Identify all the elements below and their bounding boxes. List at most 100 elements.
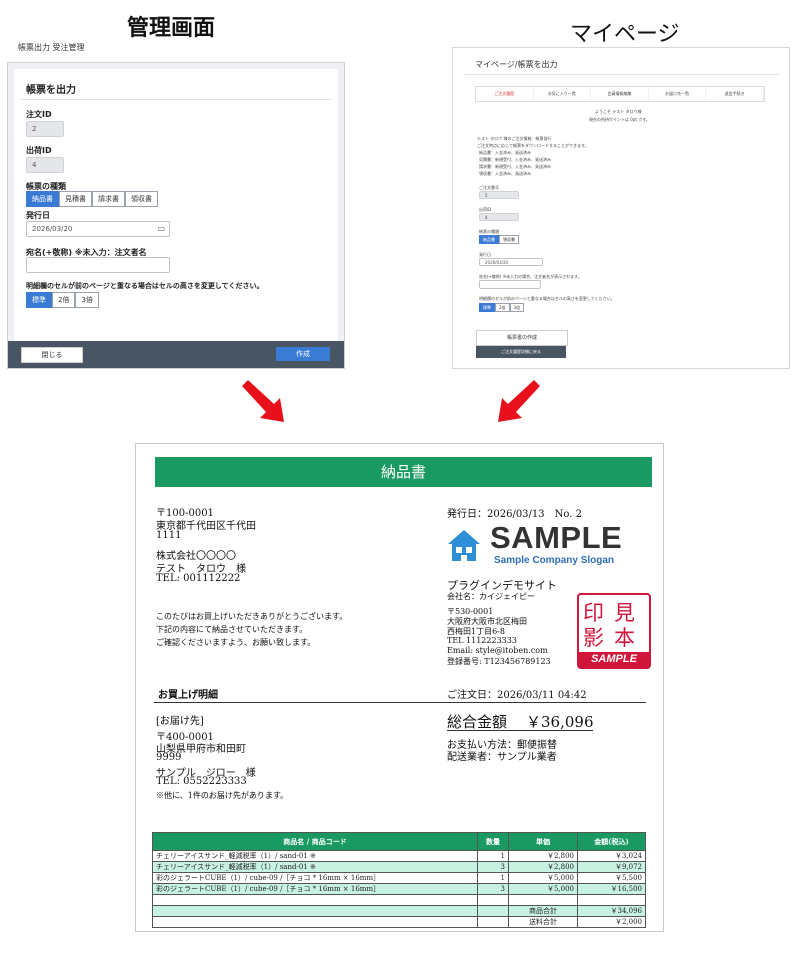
modal-title: 帳票を出力	[26, 85, 76, 96]
tab-delivery-addresses[interactable]: お届け先一覧	[649, 87, 707, 101]
cell-empty	[577, 894, 646, 906]
mp-cell-height-label: 明細欄のセルが前のページと重なる場合はセルの高さを変更してください。	[479, 296, 615, 301]
welcome-text: ようこそ テスト タロウ様	[595, 109, 642, 114]
cell-product: チェリーアイスサンド_軽減税率（1）/ sand-01 ※	[152, 861, 478, 873]
admin-heading: 管理画面	[127, 16, 216, 41]
cell-unit-price: ￥2,800	[508, 850, 578, 862]
header-quantity: 数量	[477, 832, 509, 851]
tab-member-info[interactable]: 会員情報編集	[591, 87, 649, 101]
cell-amount: ￥16,500	[577, 883, 646, 895]
cell-empty	[152, 894, 478, 906]
arrow-down-left-icon	[498, 380, 540, 422]
tab-order-history[interactable]: ご注文履歴	[476, 87, 534, 101]
doc-type-delivery[interactable]: 納品書	[26, 191, 59, 207]
doc-type-receipt[interactable]: 領収書	[125, 191, 158, 207]
notice-title: テスト タロウ 様のご注文情報：帳票発行	[477, 136, 552, 141]
mypage-tabs: ご注文履歴 お気に入り一覧 会員情報編集 お届け先一覧 退会手続き	[475, 86, 765, 102]
cell-quantity: 3	[477, 861, 509, 873]
mp-order-no-value: 2	[485, 193, 488, 198]
carrier: 配送業者：サンプル業者	[447, 752, 557, 763]
cell-product: 彩のジェラートCUBE（1）/ cube-09 /［チョコ * 16mm × 1…	[152, 883, 478, 895]
cell-product: チェリーアイスサンド_軽減税率（1）/ sand-01 ※	[152, 850, 478, 862]
order-id-field: 2	[26, 121, 64, 137]
cell-amount: ￥3,024	[577, 850, 646, 862]
customer-address-2: 1111	[156, 530, 182, 541]
ship-note: ※他に、1件のお届け先があります。	[156, 791, 289, 800]
purchase-heading: お買上げ明細	[158, 690, 218, 701]
total-underline	[447, 730, 593, 731]
invoice-title: 納品書	[155, 457, 652, 487]
company-seal: 印 見 影 本 SAMPLE	[577, 593, 651, 669]
thanks-line-2: 下記の内容にて納品させていただきます。	[156, 625, 308, 634]
shipping-row: 送料合計 ￥2,000	[152, 916, 646, 928]
tab-favorites[interactable]: お気に入り一覧	[534, 87, 592, 101]
cell-empty	[477, 916, 509, 928]
house-logo-icon	[448, 530, 480, 561]
cell-height-label: 明細欄のセルが前のページと重なる場合はセルの高さを変更してください。	[26, 282, 264, 290]
shipping-label: 送料合計	[508, 916, 578, 928]
mypage-heading: マイページ	[570, 22, 680, 47]
table-row: チェリーアイスサンド_軽減税率（1）/ sand-01 ※ 3 ￥2,800 ￥…	[152, 861, 646, 873]
cell-empty	[152, 916, 478, 928]
shop-company: 会社名：カイジェイピー	[447, 592, 535, 601]
doc-type-estimate[interactable]: 見積書	[59, 191, 92, 207]
status-receipt: 領収書：入金済み、発送済み	[479, 171, 531, 176]
doc-type-selector: 納品書 見積書 請求書 領収書	[26, 191, 158, 207]
mp-back-button[interactable]: ご注文履歴詳細に戻る	[476, 346, 566, 358]
mp-create-button[interactable]: 帳票書の作成	[476, 330, 568, 346]
doc-type-invoice[interactable]: 請求書	[92, 191, 125, 207]
cell-height-standard[interactable]: 標準	[26, 292, 52, 308]
seal-char-3: 影	[583, 626, 604, 650]
issue-date-label: 発行日	[26, 211, 50, 220]
order-id-label: 注文ID	[26, 110, 52, 119]
issue-date-input[interactable]: 2026/03/20 ▭	[26, 221, 170, 237]
calendar-icon[interactable]: ▭	[157, 222, 165, 236]
cell-quantity: 1	[477, 872, 509, 884]
arrow-down-right-icon	[242, 380, 284, 422]
order-date: ご注文日：2026/03/11 04:42	[447, 690, 587, 701]
thanks-line-3: ご確認くださいますよう、お願い致します。	[156, 638, 316, 647]
cell-empty	[152, 905, 478, 917]
mp-issue-date-input[interactable]: 2026/03/20	[479, 258, 543, 266]
shipping-id-label: 出荷ID	[26, 146, 52, 155]
tab-withdraw[interactable]: 退会手続き	[706, 87, 764, 101]
cell-unit-price: ￥5,000	[508, 872, 578, 884]
shop-email: Email: style@itoben.com	[447, 646, 548, 655]
items-table: 商品名 / 商品コード 数量 単価 金額(税込) チェリーアイスサンド_軽減税率…	[152, 832, 646, 928]
header-amount: 金額(税込)	[577, 832, 646, 851]
create-button[interactable]: 作成	[276, 347, 330, 361]
ship-address-2: 9999	[156, 752, 182, 763]
mypage-panel: マイページ/帳票を出力 ご注文履歴 お気に入り一覧 会員情報編集 お届け先一覧 …	[452, 47, 790, 369]
issue-date-line: 発行日：2026/03/13 No. 2	[447, 509, 582, 520]
logo-slogan: Sample Company Slogan	[494, 555, 615, 566]
admin-breadcrumb: 帳票出力 受注管理	[18, 43, 85, 52]
logo-text: SAMPLE	[490, 520, 623, 555]
close-button[interactable]: 閉じる	[21, 347, 83, 363]
cell-quantity: 1	[477, 850, 509, 862]
modal-divider	[20, 99, 332, 100]
mypage-divider	[463, 74, 779, 75]
modal-footer: 閉じる 作成	[8, 341, 344, 368]
shipping-id-field: 4	[26, 157, 64, 173]
addressee-input[interactable]	[26, 257, 170, 273]
subtotal-row: 商品合計 ￥34,096	[152, 905, 646, 917]
mp-cell-height-3x[interactable]: 3倍	[509, 303, 525, 312]
total-value: ￥36,096	[526, 713, 594, 731]
mp-doc-type-delivery[interactable]: 納品書	[479, 235, 499, 244]
cell-height-3x[interactable]: 3倍	[75, 292, 99, 308]
mp-addressee-input[interactable]	[479, 280, 541, 289]
table-row: チェリーアイスサンド_軽減税率（1）/ sand-01 ※ 1 ￥2,800 ￥…	[152, 850, 646, 862]
cell-empty	[477, 905, 509, 917]
cell-height-2x[interactable]: 2倍	[52, 292, 76, 308]
admin-panel: 帳票を出力 注文ID 2 出荷ID 4 帳票の種類 納品書 見積書 請求書 領収…	[7, 62, 345, 369]
mp-cell-height-standard[interactable]: 標準	[479, 303, 495, 312]
notice-body: ご注文時点に応じて帳票をダウンロードすることができます。	[477, 143, 589, 148]
cell-unit-price: ￥5,000	[508, 883, 578, 895]
status-delivery: 納品書：入金済み、発送済み	[479, 150, 531, 155]
mp-cell-height-2x[interactable]: 2倍	[495, 303, 510, 312]
status-estimate: 見積書：新規受付、入金済み、発送済み	[479, 157, 551, 162]
table-header-row: 商品名 / 商品コード 数量 単価 金額(税込)	[152, 832, 646, 851]
table-row: 彩のジェラートCUBE（1）/ cube-09 /［チョコ * 16mm × 1…	[152, 872, 646, 884]
mp-doc-type-receipt[interactable]: 領収書	[499, 235, 519, 244]
invoice-document: 納品書 〒100-0001 東京都千代田区千代田 1111 株式会社〇〇〇〇 テ…	[135, 443, 664, 932]
